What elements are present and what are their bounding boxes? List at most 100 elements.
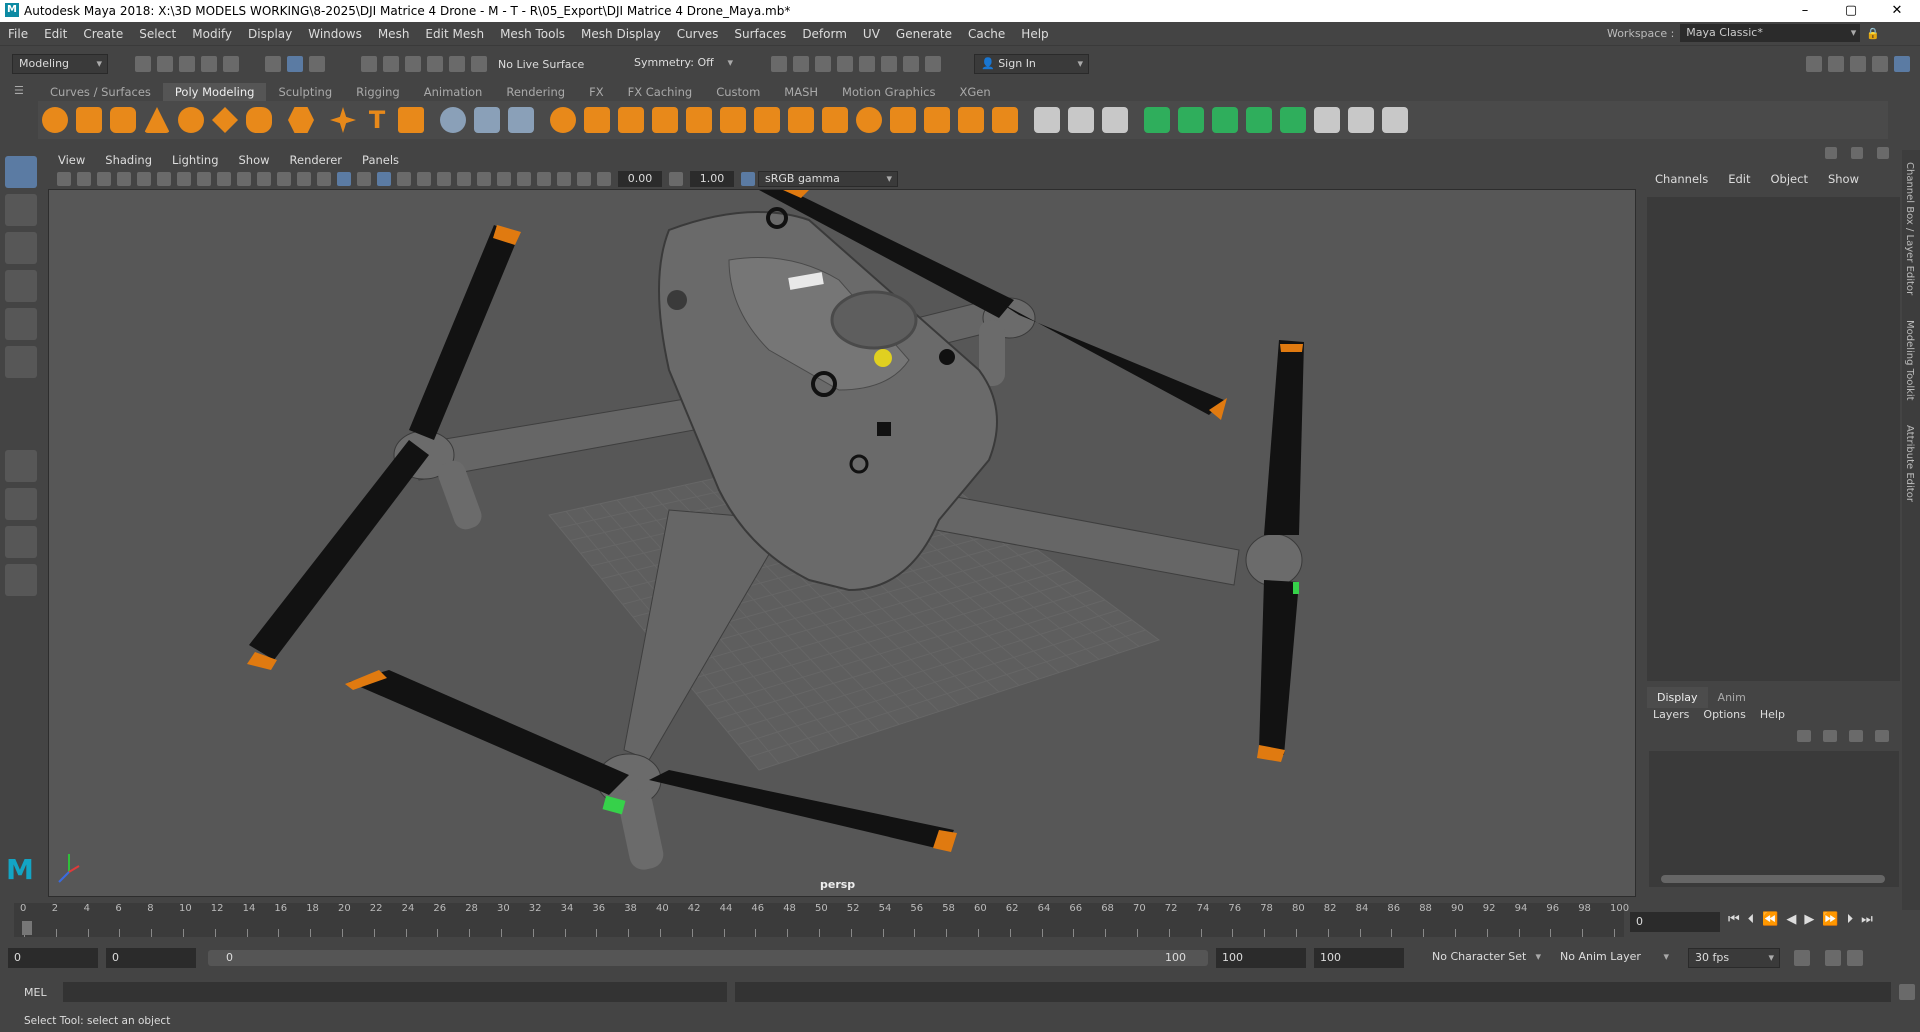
layer-menu-layers[interactable]: Layers — [1653, 708, 1689, 721]
menu-mesh-display[interactable]: Mesh Display — [573, 27, 669, 41]
scale-tool-icon[interactable] — [5, 346, 37, 378]
channel-box-toggle-icon[interactable] — [1825, 147, 1837, 159]
menu-mesh-tools[interactable]: Mesh Tools — [492, 27, 573, 41]
channel-box-icon[interactable] — [1872, 56, 1888, 72]
separate-icon[interactable] — [584, 107, 610, 133]
render-view-icon[interactable] — [771, 56, 787, 72]
shadows-icon[interactable] — [437, 172, 451, 186]
play-forwards-icon[interactable]: ▶ — [1804, 912, 1814, 927]
shelf-tab-motion-graphics[interactable]: Motion Graphics — [830, 83, 947, 101]
merge-icon[interactable] — [890, 107, 916, 133]
field-chart-icon[interactable] — [257, 172, 271, 186]
scene-start-field[interactable]: 0 — [8, 948, 98, 968]
open-scene-icon[interactable] — [157, 56, 173, 72]
xray-icon[interactable] — [557, 172, 571, 186]
script-language-label[interactable]: MEL — [24, 986, 47, 999]
scene-end-field[interactable]: 100 — [1314, 948, 1404, 968]
hypershade-icon[interactable] — [859, 56, 875, 72]
cylindrical-map-icon[interactable] — [1212, 107, 1238, 133]
shelf-tab-rigging[interactable]: Rigging — [344, 83, 412, 101]
shelf-menu-icon[interactable]: ☰ — [14, 84, 32, 102]
automatic-map-icon[interactable] — [1280, 107, 1306, 133]
bevel-icon[interactable] — [822, 107, 848, 133]
menu-modify[interactable]: Modify — [184, 27, 240, 41]
minimize-button[interactable]: – — [1782, 0, 1828, 22]
planar-map-icon[interactable] — [1178, 107, 1204, 133]
menu-curves[interactable]: Curves — [669, 27, 727, 41]
select-component-icon[interactable] — [309, 56, 325, 72]
light-editor-icon[interactable] — [903, 56, 919, 72]
script-editor-icon[interactable] — [1898, 984, 1915, 1000]
textured-icon[interactable] — [397, 172, 411, 186]
move-layer-up-icon[interactable] — [1797, 730, 1811, 742]
poly-sphere-icon[interactable] — [42, 107, 68, 133]
shelf-tab-xgen[interactable]: XGen — [947, 83, 1002, 101]
tool-settings-icon[interactable] — [1850, 56, 1866, 72]
render-setup-icon[interactable] — [881, 56, 897, 72]
shelf-tab-poly-modeling[interactable]: Poly Modeling — [162, 83, 267, 101]
safe-title-icon[interactable] — [297, 172, 311, 186]
sign-in-dropdown[interactable]: 👤 Sign In — [974, 54, 1089, 74]
step-back-frame-icon[interactable]: ⏪ — [1762, 912, 1778, 927]
resolution-gate-icon[interactable] — [217, 172, 231, 186]
viewport-menu-shading[interactable]: Shading — [95, 153, 162, 167]
fill-hole-icon[interactable] — [856, 107, 882, 133]
help-icon[interactable] — [1851, 147, 1863, 159]
camera-select-icon[interactable] — [57, 172, 71, 186]
channel-menu-channels[interactable]: Channels — [1645, 172, 1718, 186]
menu-select[interactable]: Select — [131, 27, 184, 41]
sew-uv-icon[interactable] — [1382, 107, 1408, 133]
new-layer-icon[interactable] — [1849, 730, 1863, 742]
attribute-editor-icon[interactable] — [1828, 56, 1844, 72]
outliner-icon[interactable] — [5, 564, 37, 596]
menu-deform[interactable]: Deform — [794, 27, 855, 41]
pause-icon[interactable] — [925, 56, 941, 72]
go-to-end-icon[interactable]: ⏭ — [1861, 912, 1873, 927]
poly-cylinder-icon[interactable] — [110, 107, 136, 133]
menu-edit-mesh[interactable]: Edit Mesh — [417, 27, 492, 41]
viewport-menu-panels[interactable]: Panels — [352, 153, 409, 167]
isolate-select-icon[interactable] — [537, 172, 551, 186]
wireframe-on-shaded-icon[interactable] — [377, 172, 391, 186]
gate-mask-icon[interactable] — [237, 172, 251, 186]
single-perspective-icon[interactable] — [5, 450, 37, 482]
step-forward-key-icon[interactable]: ⏵ — [1847, 912, 1854, 927]
viewport-menu-lighting[interactable]: Lighting — [162, 153, 228, 167]
viewport-3d[interactable] — [48, 189, 1636, 897]
smooth-shade-icon[interactable] — [337, 172, 351, 186]
command-input[interactable] — [62, 982, 727, 1002]
shelf-tab-custom[interactable]: Custom — [704, 83, 772, 101]
mode-dropdown[interactable]: Modeling — [12, 54, 108, 74]
uv-editor-icon[interactable] — [1144, 107, 1170, 133]
grid-toggle-icon[interactable] — [177, 172, 191, 186]
new-layer-selected-icon[interactable] — [1875, 730, 1889, 742]
menu-cache[interactable]: Cache — [960, 27, 1013, 41]
shelf-tab-fx-caching[interactable]: FX Caching — [616, 83, 705, 101]
multi-cut-icon[interactable] — [924, 107, 950, 133]
four-view-icon[interactable] — [5, 488, 37, 520]
exposure-icon[interactable] — [597, 172, 611, 186]
quad-draw-icon[interactable] — [474, 107, 500, 133]
bookmark-icon[interactable] — [97, 172, 111, 186]
color-management-icon[interactable] — [741, 172, 755, 186]
close-button[interactable]: ✕ — [1874, 0, 1920, 22]
current-frame-field[interactable]: 0 — [1630, 912, 1720, 932]
smooth-icon[interactable] — [686, 107, 712, 133]
fps-dropdown[interactable]: 30 fps — [1688, 948, 1780, 968]
image-plane-icon[interactable] — [117, 172, 131, 186]
two-view-icon[interactable] — [5, 526, 37, 558]
insert-edge-loop-icon[interactable] — [1102, 107, 1128, 133]
snap-grid-icon[interactable] — [361, 56, 377, 72]
workspace-dropdown[interactable]: Maya Classic* — [1680, 24, 1861, 42]
ipr-render-icon[interactable] — [815, 56, 831, 72]
camera-attributes-icon[interactable] — [77, 172, 91, 186]
poly-torus-icon[interactable] — [178, 107, 204, 133]
playback-end-field[interactable]: 100 — [1216, 948, 1306, 968]
auto-key-icon[interactable] — [1825, 950, 1841, 966]
super-shape-icon[interactable] — [330, 107, 356, 133]
menu-display[interactable]: Display — [240, 27, 300, 41]
side-tab-attribute-editor[interactable]: Attribute Editor — [1904, 425, 1915, 502]
layer-list-pane[interactable] — [1649, 751, 1899, 887]
symmetry-dropdown[interactable]: Symmetry: Off — [628, 54, 738, 74]
rotate-tool-icon[interactable] — [5, 308, 37, 340]
